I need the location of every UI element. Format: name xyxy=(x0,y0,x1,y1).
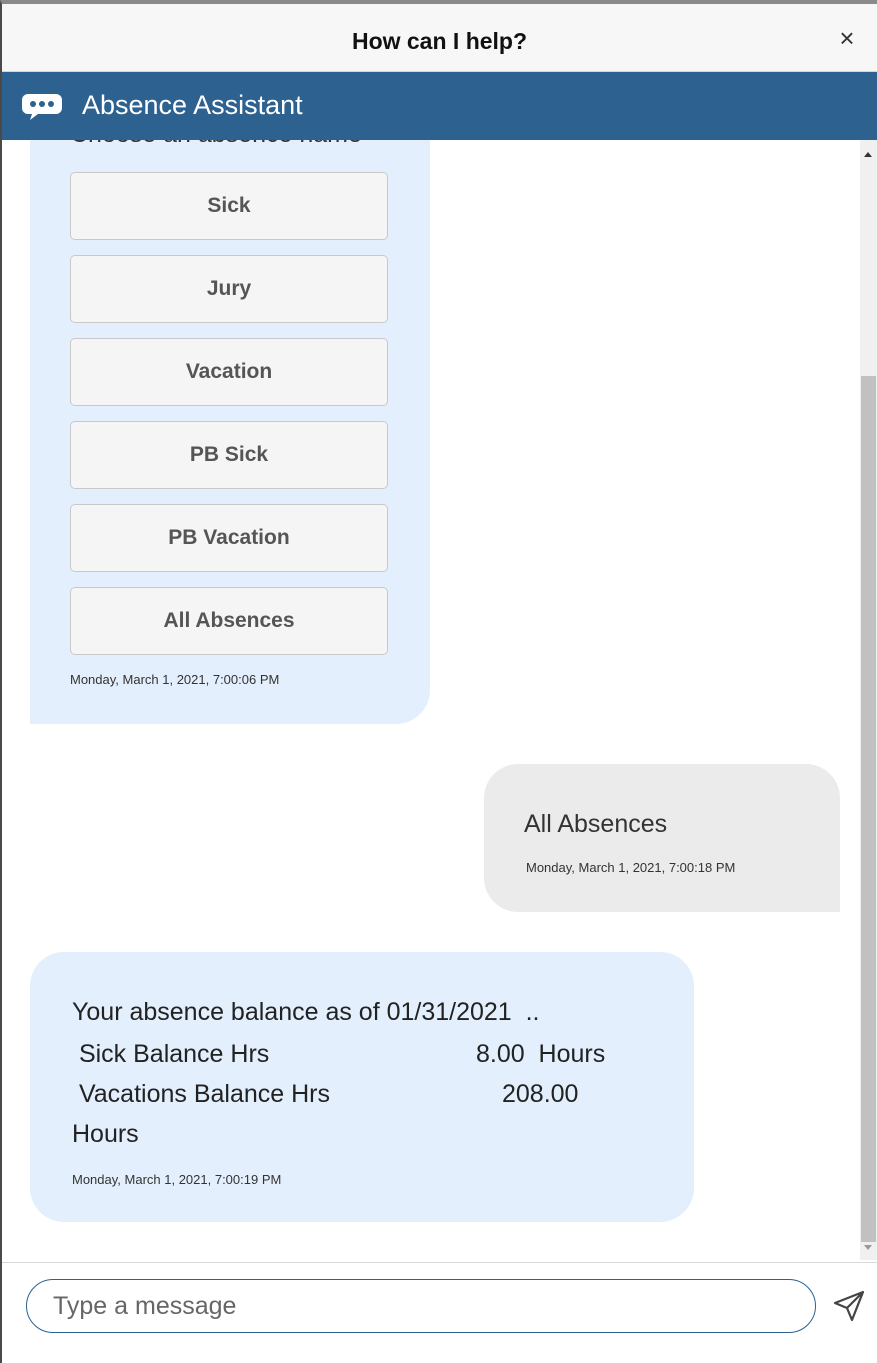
vacation-balance-unit: Hours xyxy=(72,1120,139,1148)
scrollbar-thumb[interactable] xyxy=(861,376,876,1242)
vacation-balance-label: Vacations Balance Hrs xyxy=(72,1080,330,1108)
options-prompt: Choose an absence name xyxy=(70,140,362,149)
user-message-text: All Absences xyxy=(524,810,668,838)
window-title: How can I help? xyxy=(351,28,528,54)
send-icon[interactable] xyxy=(832,1289,866,1323)
scroll-down-icon[interactable] xyxy=(864,1245,872,1250)
user-message-bubble: All Absences Monday, March 1, 2021, 7:00… xyxy=(484,764,840,912)
message-timestamp: Monday, March 1, 2021, 7:00:18 PM xyxy=(526,860,736,875)
message-list: Choose an absence name Sick Jury Vacatio… xyxy=(2,140,877,1260)
sick-balance-label: Sick Balance Hrs xyxy=(72,1040,270,1068)
option-sick-button[interactable]: Sick xyxy=(70,172,388,240)
scroll-up-icon[interactable] xyxy=(864,152,872,157)
message-composer xyxy=(2,1262,877,1363)
chat-scrollbar[interactable] xyxy=(860,140,877,1260)
chat-window: How can I help? × Absence Assistant Choo… xyxy=(0,0,877,1363)
option-vacation-button[interactable]: Vacation xyxy=(70,338,388,406)
message-timestamp: Monday, March 1, 2021, 7:00:06 PM xyxy=(70,672,280,687)
title-bar: How can I help? × xyxy=(2,4,877,72)
options-bubble: Choose an absence name Sick Jury Vacatio… xyxy=(30,140,430,724)
option-jury-button[interactable]: Jury xyxy=(70,255,388,323)
assistant-header: Absence Assistant xyxy=(2,72,877,140)
assistant-name: Absence Assistant xyxy=(82,90,303,120)
sick-balance-value: 8.00 Hours xyxy=(476,1040,606,1068)
message-timestamp: Monday, March 1, 2021, 7:00:19 PM xyxy=(72,1172,282,1187)
option-pb-vacation-button[interactable]: PB Vacation xyxy=(70,504,388,572)
balance-message-bubble: Your absence balance as of 01/31/2021 ..… xyxy=(30,952,694,1222)
close-button[interactable]: × xyxy=(833,24,861,52)
option-all-absences-button[interactable]: All Absences xyxy=(70,587,388,655)
vacation-balance-value: 208.00 xyxy=(502,1080,579,1108)
balance-intro-text: Your absence balance as of 01/31/2021 .. xyxy=(72,998,540,1026)
option-pb-sick-button[interactable]: PB Sick xyxy=(70,421,388,489)
message-input[interactable] xyxy=(26,1279,816,1333)
chat-bubble-icon xyxy=(22,94,62,120)
